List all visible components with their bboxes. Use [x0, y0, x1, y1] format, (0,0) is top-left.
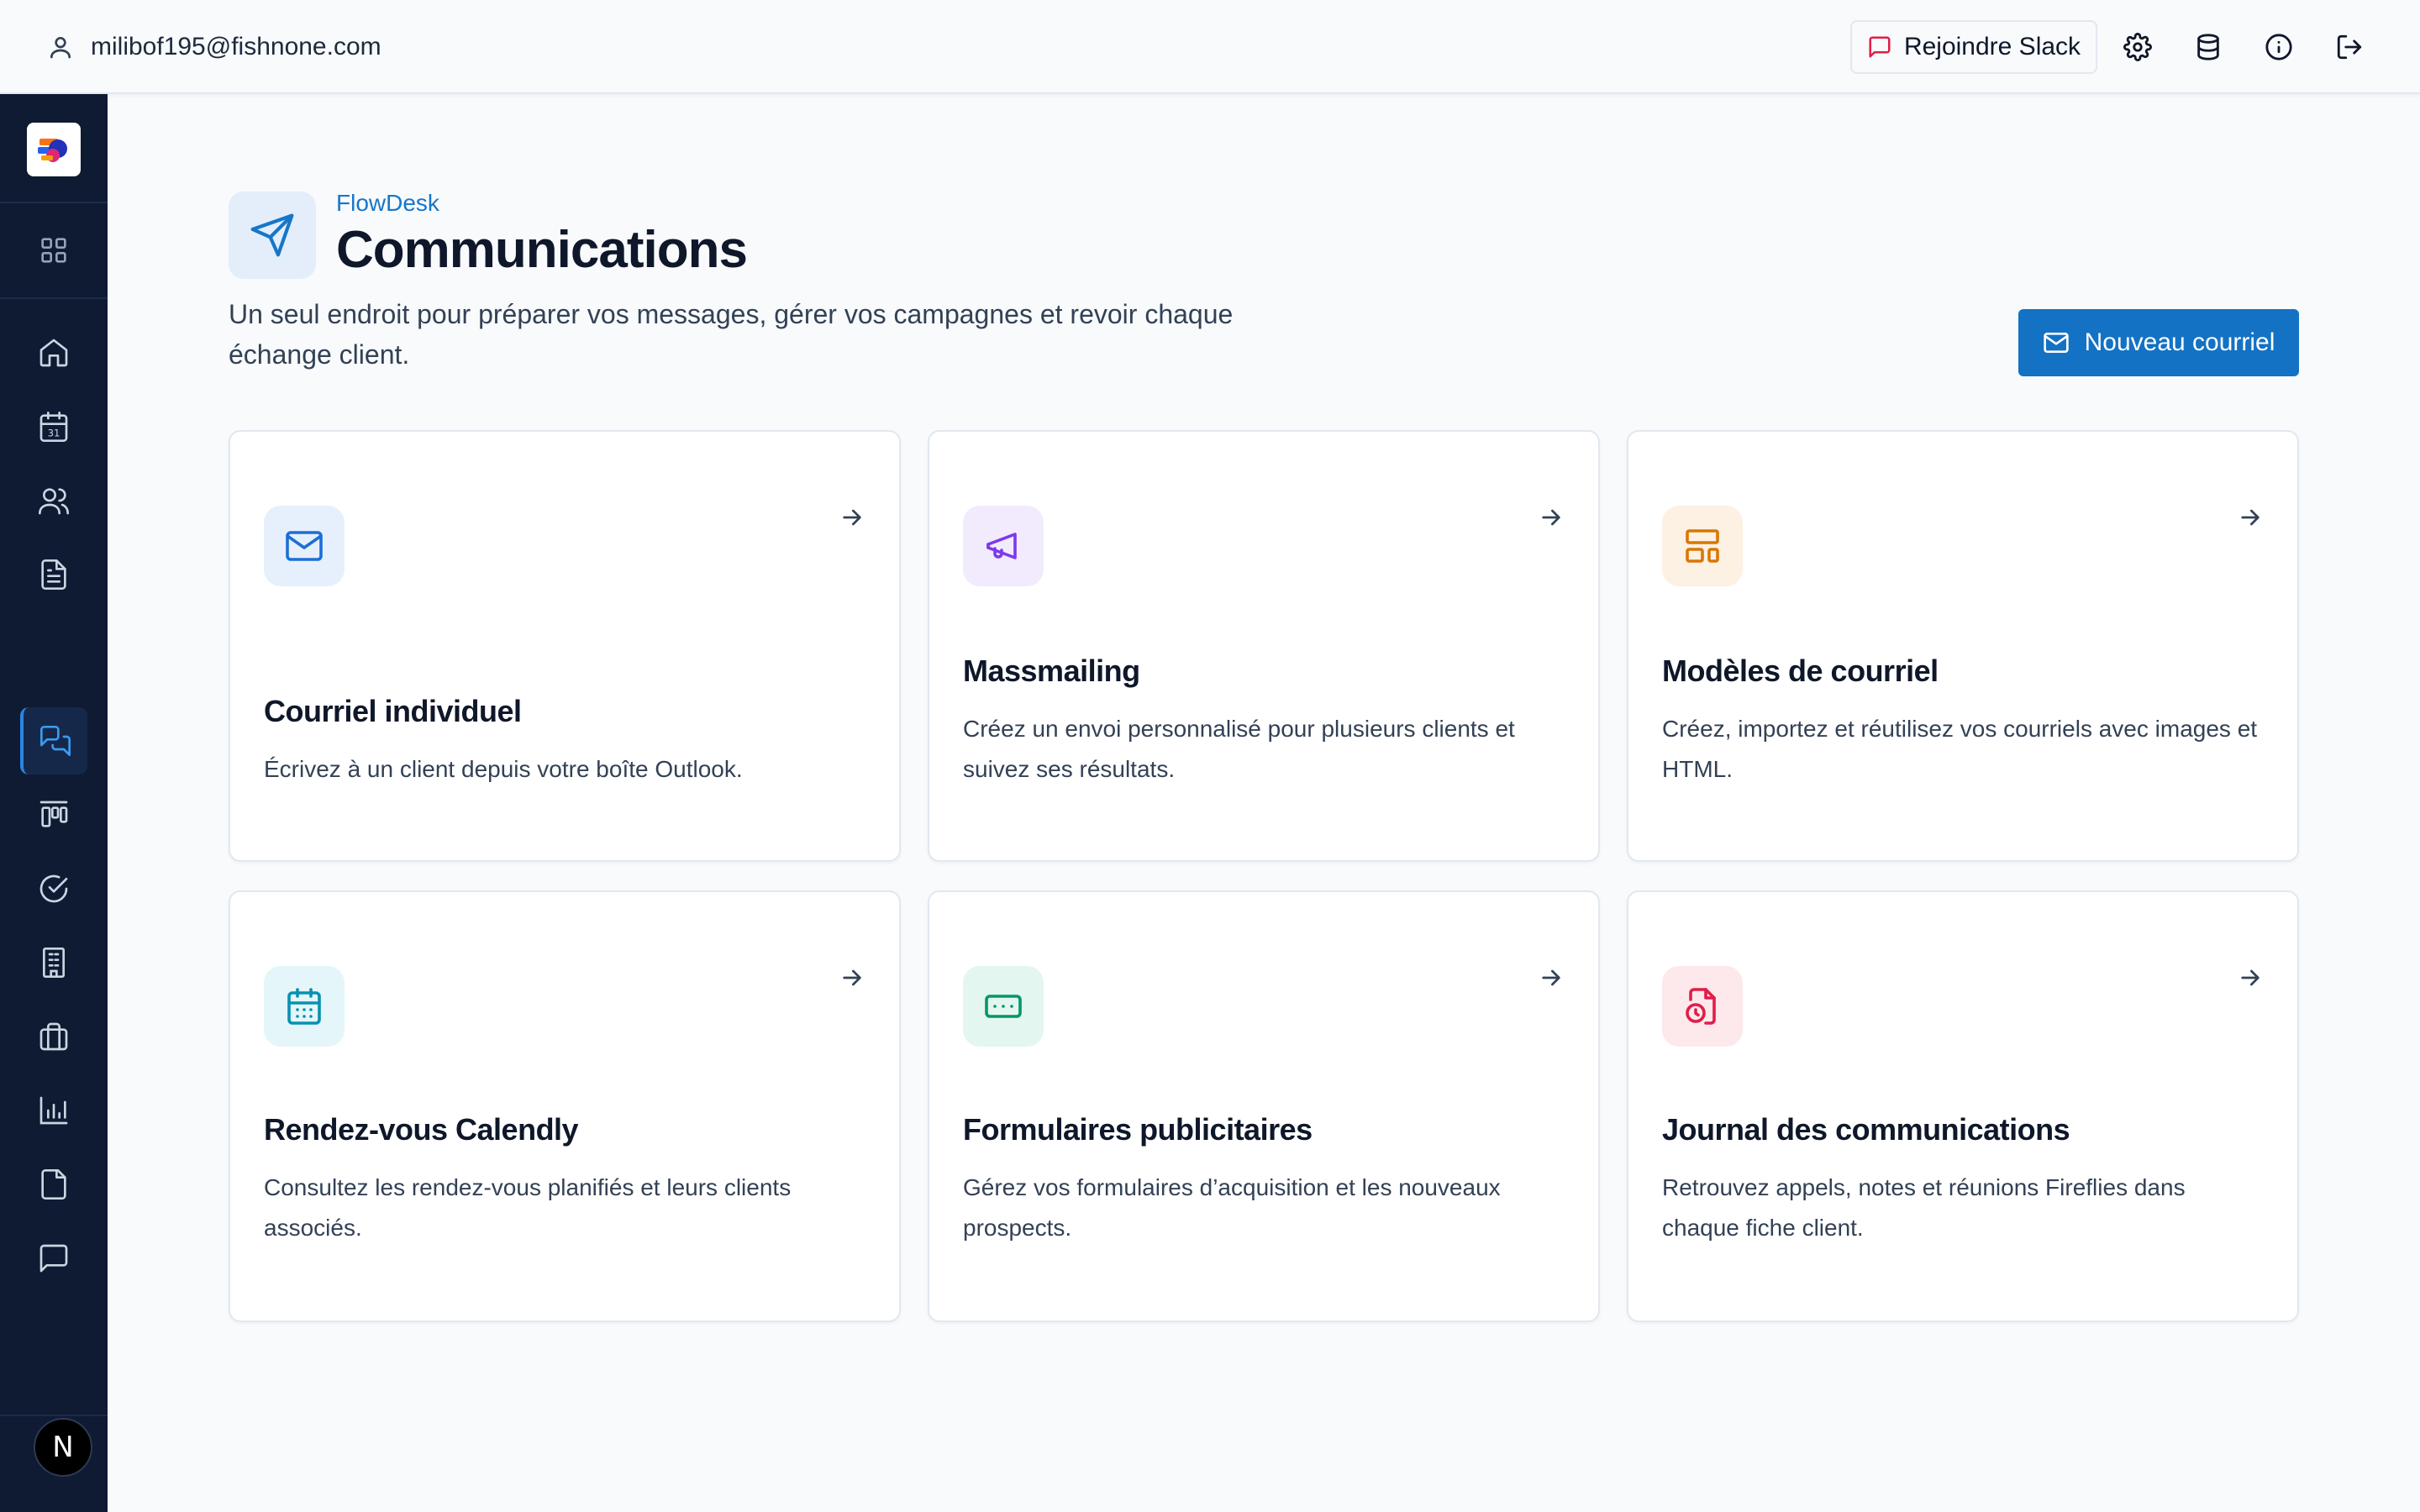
card-communications-log[interactable]: Journal des communications Retrouvez app… [1627, 890, 2299, 1322]
page-icon [229, 192, 316, 279]
logout-icon [2337, 34, 2362, 60]
sidebar-item-apps[interactable] [30, 227, 77, 274]
card-description: Créez, importez et réutilisez vos courri… [1662, 716, 2258, 782]
users-icon [39, 488, 69, 515]
home-icon [39, 339, 68, 367]
card-title: Formulaires publicitaires [963, 1112, 1313, 1147]
kanban-icon [39, 801, 68, 827]
arrow-right-icon [2241, 509, 2260, 526]
sidebar-item-chat[interactable] [30, 1235, 77, 1282]
arrow-right-icon [1542, 969, 1560, 986]
card-title: Courriel individuel [264, 694, 522, 728]
settings-button[interactable] [2121, 30, 2154, 64]
layout-template-icon [1686, 529, 1719, 563]
send-icon [250, 213, 294, 257]
arrow-right-icon [2241, 969, 2260, 986]
sidebar-item-pipeline[interactable] [30, 791, 77, 838]
briefcase-icon [39, 1022, 68, 1051]
join-slack-label: Rejoindre Slack [1903, 33, 2081, 60]
message-square-icon [1869, 36, 1891, 58]
card-icon-box [1662, 506, 1743, 586]
card-title: Modèles de courriel [1662, 654, 1939, 688]
sidebar-item-reports[interactable] [30, 1087, 77, 1134]
database-button[interactable] [2191, 30, 2225, 64]
card-lead-forms[interactable]: Formulaires publicitaires Gérez vos form… [928, 890, 1600, 1322]
card-description: Consultez les rendez-vous planifiés et l… [264, 1174, 792, 1241]
mail-icon [286, 531, 323, 561]
card-icon-box [264, 506, 345, 586]
form-icon [985, 995, 1022, 1018]
sidebar-item-communications[interactable] [20, 707, 87, 774]
arrow-right-icon [843, 969, 861, 986]
arrow-right-icon [843, 509, 861, 526]
top-bar: milibof195@fishnone.com Rejoindre Slack [0, 0, 2420, 94]
document-icon [41, 559, 66, 590]
new-email-label: Nouveau courriel [2084, 328, 2275, 356]
sidebar-item-contacts[interactable] [30, 477, 77, 524]
sidebar-item-files[interactable] [30, 1161, 77, 1208]
calendar-days-icon [287, 988, 321, 1025]
file-icon [41, 1169, 66, 1200]
user-email: milibof195@fishnone.com [91, 33, 381, 60]
user-icon [50, 37, 71, 59]
user-avatar[interactable]: N [34, 1418, 92, 1477]
mail-icon [2043, 333, 2069, 353]
brand-label: FlowDesk [336, 190, 439, 216]
card-description: Créez un envoi personnalisé pour plusieu… [963, 716, 1515, 782]
sidebar-item-calendar[interactable]: 31 [30, 403, 77, 450]
building-icon [43, 948, 65, 978]
sidebar-divider [0, 202, 108, 203]
page-description: Un seul endroit pour préparer vos messag… [229, 299, 1234, 370]
sidebar-item-documents[interactable] [30, 551, 77, 598]
chat-icon [39, 1244, 68, 1273]
card-individual-email[interactable]: Courriel individuel Écrivez à un client … [229, 430, 901, 862]
card-icon-box [1662, 966, 1743, 1047]
svg-text:31: 31 [48, 428, 60, 439]
sidebar-item-deals[interactable] [30, 1013, 77, 1060]
logout-button[interactable] [2333, 30, 2366, 64]
arrow-right-icon [1542, 509, 1560, 526]
sidebar-item-companies[interactable] [30, 939, 77, 986]
megaphone-icon [986, 533, 1017, 559]
card-icon-box [264, 966, 345, 1047]
card-title: Rendez-vous Calendly [264, 1112, 579, 1147]
app-logo[interactable] [27, 123, 81, 176]
sidebar-item-tasks[interactable] [30, 865, 77, 912]
check-circle-icon [39, 874, 68, 903]
flowdesk-logo-icon [38, 139, 67, 162]
card-icon-box [963, 506, 1044, 586]
sidebar: 31 N [0, 94, 108, 1512]
grid-icon [41, 238, 66, 263]
calendar-icon: 31 [39, 412, 68, 442]
card-description: Écrivez à un client depuis votre boîte O… [264, 756, 743, 782]
card-calendly-appointments[interactable]: Rendez-vous Calendly Consultez les rende… [229, 890, 901, 1322]
info-button[interactable] [2262, 30, 2296, 64]
join-slack-button[interactable]: Rejoindre Slack [1850, 20, 2097, 74]
database-icon [2197, 34, 2219, 60]
page-title: Communications [336, 221, 748, 279]
bar-chart-icon [39, 1096, 68, 1125]
card-description: Gérez vos formulaires d’acquisition et l… [963, 1174, 1501, 1241]
card-title: Journal des communications [1662, 1112, 2070, 1147]
sidebar-divider [0, 1415, 108, 1416]
sidebar-item-home[interactable] [30, 329, 77, 376]
info-icon [2265, 34, 2292, 60]
card-email-templates[interactable]: Modèles de courriel Créez, importez et r… [1627, 430, 2299, 862]
file-clock-icon [1686, 988, 1716, 1025]
messages-icon [40, 726, 71, 756]
card-icon-box [963, 966, 1044, 1047]
new-email-button[interactable]: Nouveau courriel [2018, 309, 2299, 376]
card-title: Massmailing [963, 654, 1140, 688]
user-info: milibof195@fishnone.com [47, 0, 381, 94]
sidebar-divider [0, 297, 108, 299]
card-massmailing[interactable]: Massmailing Créez un envoi personnalisé … [928, 430, 1600, 862]
card-description: Retrouvez appels, notes et réunions Fire… [1662, 1174, 2186, 1241]
settings-icon [2123, 33, 2152, 61]
